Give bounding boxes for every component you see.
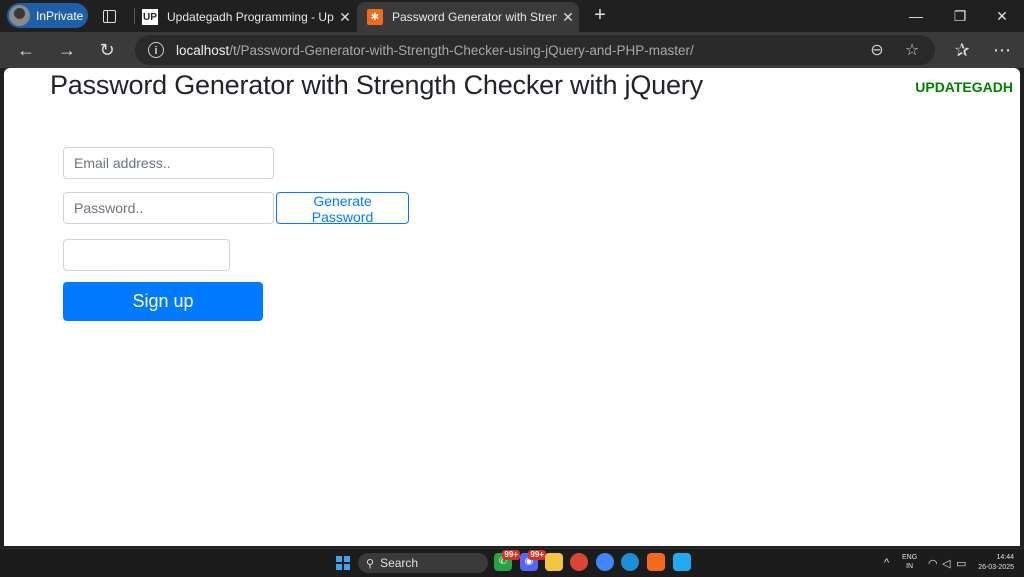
email-field[interactable] [63, 147, 274, 179]
battery-icon[interactable]: ▭ [956, 549, 966, 577]
chrome-icon[interactable] [570, 553, 588, 571]
forward-icon[interactable]: → [55, 38, 79, 62]
minimize-icon[interactable]: — [894, 0, 938, 32]
xampp-favicon-icon: ✱ [367, 9, 383, 25]
tab-password-generator[interactable]: ✱ Password Generator with Strength ✕ [357, 2, 579, 32]
edge-icon[interactable] [621, 553, 639, 571]
back-icon[interactable]: ← [14, 38, 38, 62]
tab-title: Password Generator with Strength [392, 10, 557, 24]
brand-link[interactable]: UPDATEGADH [915, 79, 1013, 95]
site-info-icon[interactable]: i [148, 42, 164, 58]
chrome-profile-icon[interactable] [596, 553, 614, 571]
restore-icon[interactable]: ❐ [938, 0, 982, 32]
password-field[interactable] [63, 192, 274, 224]
generate-password-button[interactable]: Generate Password [276, 192, 409, 225]
notification-badge: 99+ [502, 550, 520, 560]
favorite-star-icon[interactable]: ☆ [903, 42, 921, 60]
new-tab-icon[interactable]: + [589, 4, 611, 26]
close-window-icon[interactable]: ✕ [980, 0, 1024, 32]
tray-chevron-icon[interactable]: ^ [884, 549, 889, 577]
page-title: Password Generator with Strength Checker… [50, 70, 703, 100]
start-icon[interactable] [336, 556, 350, 570]
profile-avatar-icon [9, 5, 30, 26]
xampp-icon[interactable] [647, 553, 665, 571]
tab-updategadh[interactable]: UP Updategadh Programming - Upd ✕ [132, 2, 356, 32]
notification-badge: 99+ [528, 550, 546, 560]
page-viewport: Password Generator with Strength Checker… [4, 68, 1020, 546]
volume-icon[interactable]: ◁ [942, 549, 950, 577]
windows-taskbar: ⚲ Search ✆ 99+ ◉ 99+ ^ ENG IN ◠ ◁ ▭ 14:44 … [0, 548, 1024, 577]
file-explorer-icon[interactable] [545, 553, 563, 571]
clock[interactable]: 14:44 26-03-2025 [974, 553, 1014, 573]
taskbar-search[interactable]: ⚲ Search [358, 553, 488, 573]
lang-line1: ENG [902, 554, 918, 561]
more-options-icon[interactable]: ⋯ [990, 38, 1014, 62]
clock-date: 26-03-2025 [978, 564, 1014, 571]
vscode-icon[interactable] [673, 553, 691, 571]
tab-actions-icon[interactable] [100, 7, 118, 25]
browser-toolbar: ← → ↻ i localhost/t/Password-Generator-w… [0, 32, 1024, 68]
favorites-icon[interactable]: ✰ [950, 38, 974, 62]
whatsapp-icon[interactable]: ✆ 99+ [494, 550, 520, 571]
clock-time: 14:44 [996, 554, 1014, 561]
address-bar[interactable]: i localhost/t/Password-Generator-with-St… [135, 35, 935, 65]
inprivate-label: InPrivate [36, 8, 84, 23]
lang-line2: IN [906, 563, 914, 570]
chat-app-icon[interactable]: ◉ 99+ [520, 550, 546, 571]
tab-title: Updategadh Programming - Upd [167, 10, 334, 24]
search-icon: ⚲ [366, 557, 375, 570]
reload-icon[interactable]: ↻ [95, 38, 119, 62]
close-tab-icon[interactable]: ✕ [557, 9, 579, 26]
zoom-icon[interactable]: ⊖ [868, 42, 886, 60]
language-indicator[interactable]: ENG IN [902, 553, 917, 571]
updategadh-favicon-icon: UP [142, 9, 158, 25]
url-path: /t/Password-Generator-with-Strength-Chec… [229, 42, 694, 58]
search-label: Search [380, 556, 419, 570]
close-tab-icon[interactable]: ✕ [334, 9, 356, 26]
url-text[interactable]: localhost/t/Password-Generator-with-Stre… [176, 43, 694, 58]
url-host: localhost [176, 42, 230, 58]
inprivate-button[interactable]: InPrivate [7, 3, 88, 28]
sign-up-button[interactable]: Sign up [63, 282, 263, 321]
browser-tab-bar: InPrivate UP Updategadh Programming - Up… [0, 0, 1024, 32]
wifi-icon[interactable]: ◠ [928, 549, 938, 577]
strength-field[interactable] [63, 239, 230, 271]
